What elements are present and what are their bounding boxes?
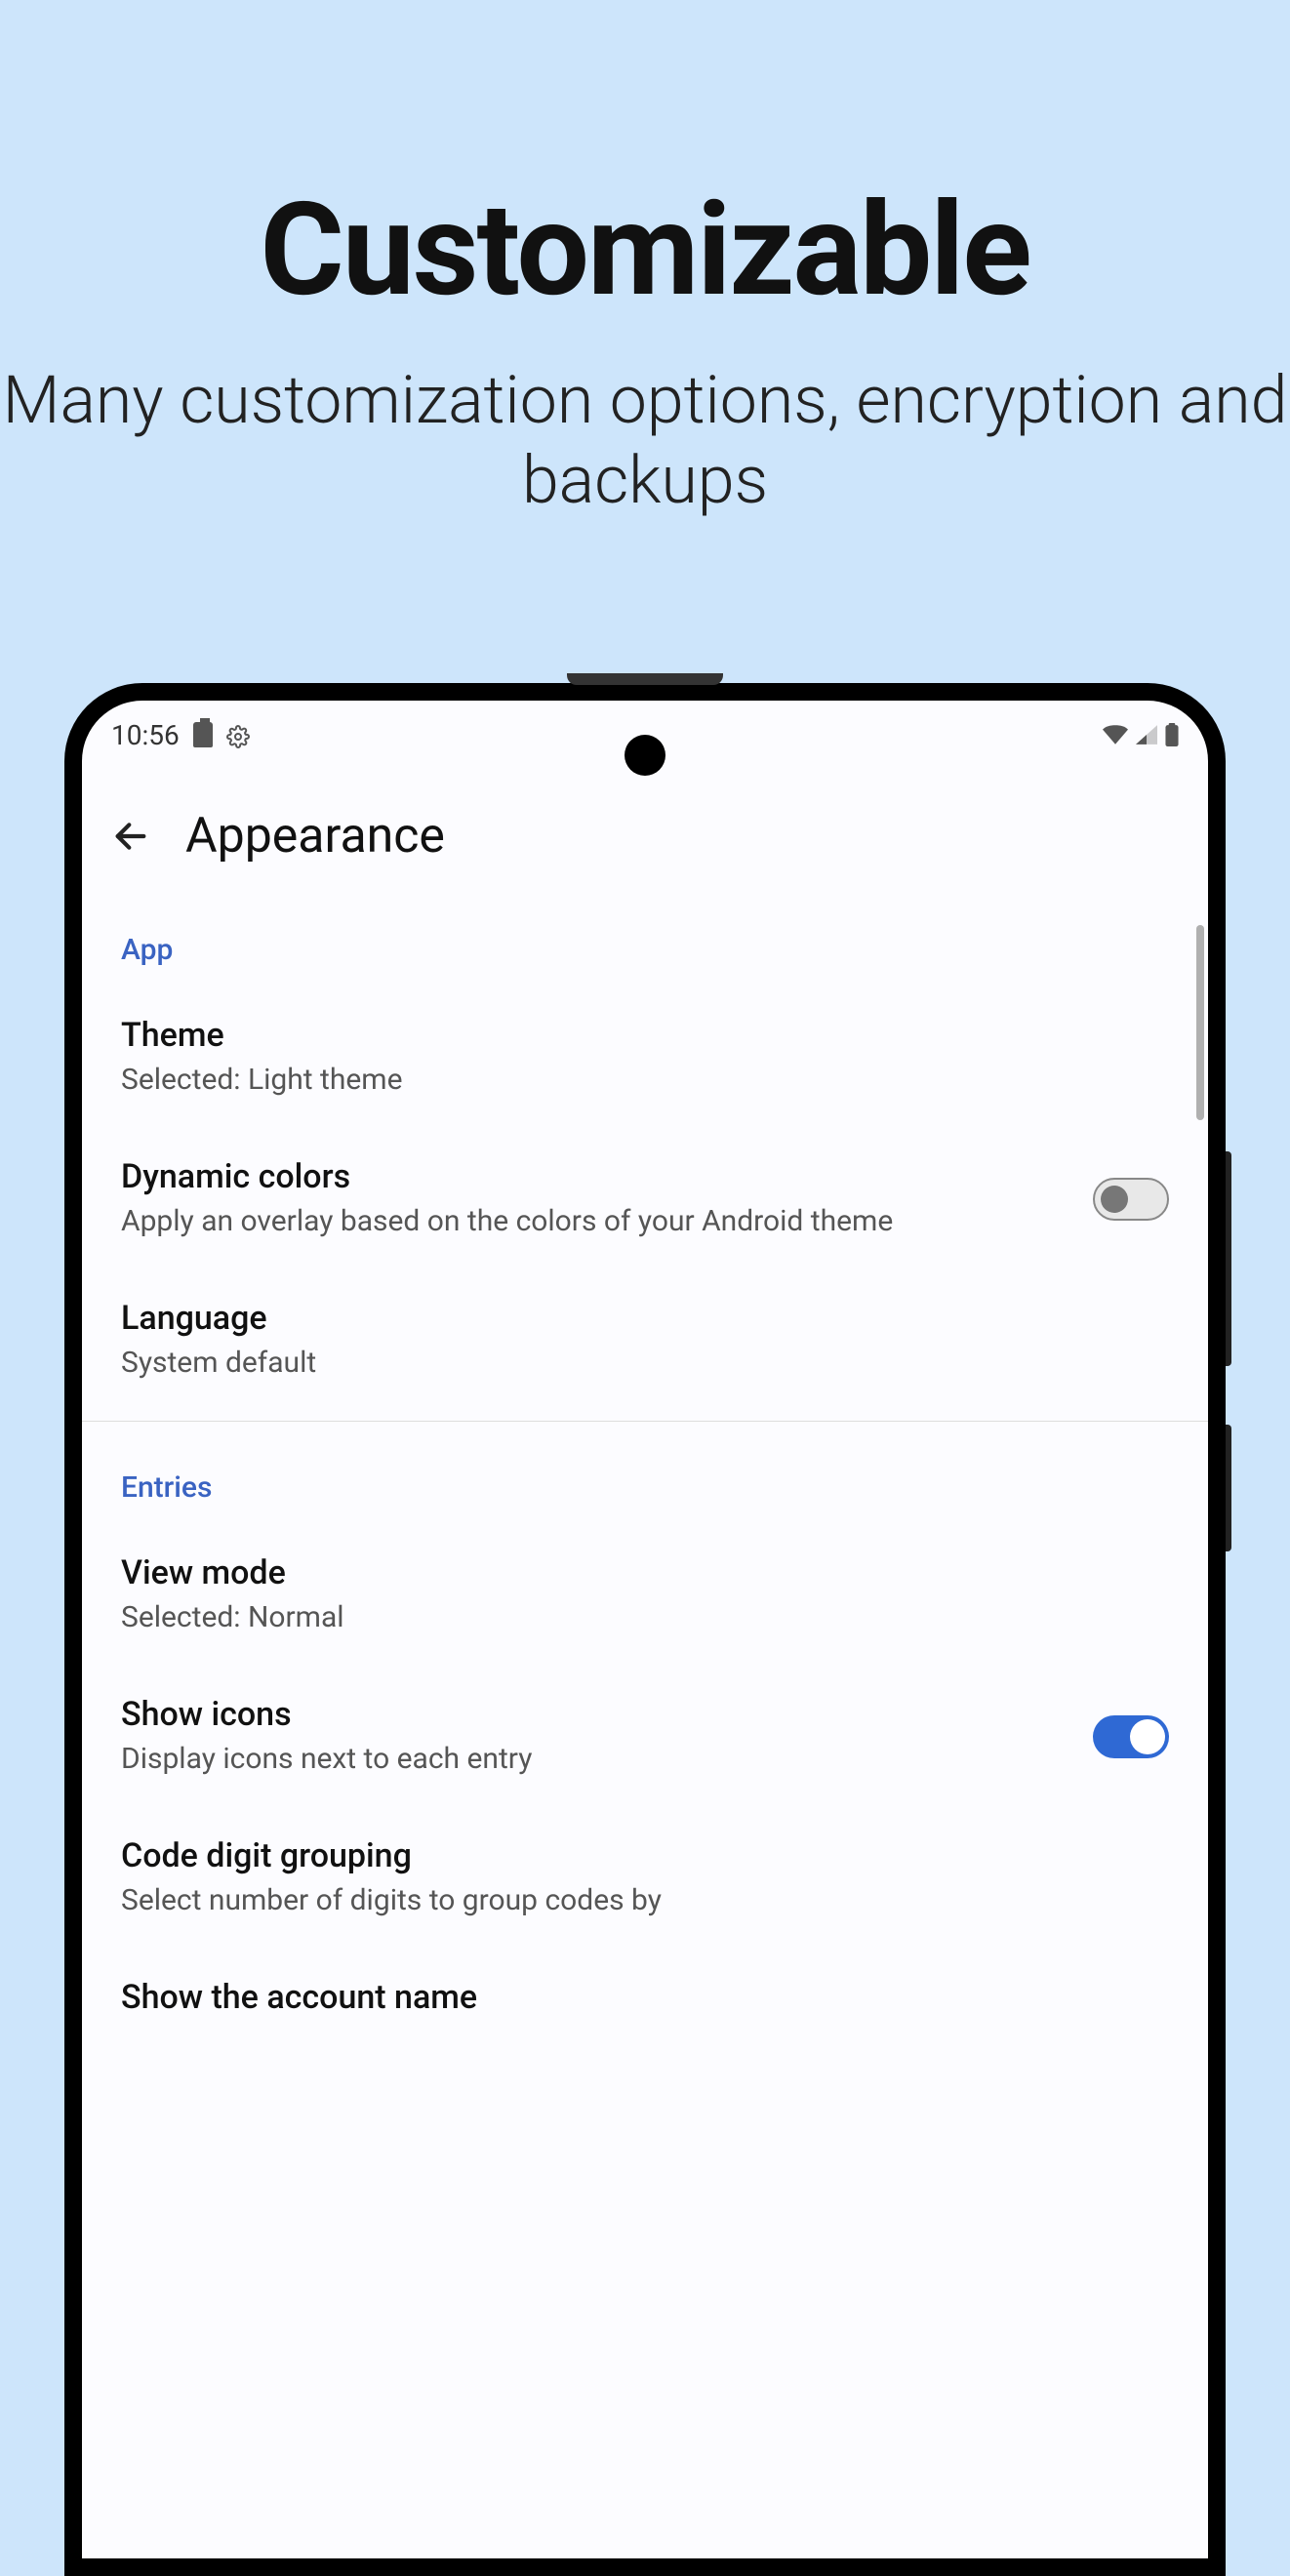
setting-show-icons-sub: Display icons next to each entry	[121, 1740, 1073, 1778]
setting-view-mode[interactable]: View mode Selected: Normal	[82, 1524, 1208, 1666]
back-arrow-icon[interactable]	[111, 817, 150, 856]
camera-cutout	[625, 735, 665, 776]
setting-code-grouping-title: Code digit grouping	[121, 1836, 1169, 1875]
setting-theme[interactable]: Theme Selected: Light theme	[82, 986, 1208, 1128]
setting-language-sub: System default	[121, 1344, 1169, 1382]
settings-content: App Theme Selected: Light theme Dynamic …	[82, 894, 1208, 2052]
setting-dynamic-colors-sub: Apply an overlay based on the colors of …	[121, 1202, 1073, 1240]
setting-account-name[interactable]: Show the account name	[82, 1949, 1208, 2052]
setting-theme-sub: Selected: Light theme	[121, 1061, 1169, 1099]
promo-title: Customizable	[0, 176, 1290, 326]
promo-subtitle: Many customization options, encryption a…	[0, 361, 1290, 520]
toggle-show-icons[interactable]	[1093, 1715, 1169, 1758]
toggle-dynamic-colors[interactable]	[1093, 1178, 1169, 1221]
setting-show-icons-title: Show icons	[121, 1695, 1073, 1734]
divider	[82, 1421, 1208, 1422]
section-header-entries: Entries	[82, 1431, 1208, 1524]
status-time: 10:56	[111, 719, 180, 751]
setting-view-mode-title: View mode	[121, 1553, 1169, 1592]
section-header-app: App	[82, 894, 1208, 986]
page-title: Appearance	[185, 808, 445, 865]
wifi-icon	[1103, 725, 1128, 745]
setting-code-grouping-sub: Select number of digits to group codes b…	[121, 1881, 1169, 1919]
volume-button	[1226, 1151, 1231, 1366]
sd-card-icon	[193, 722, 213, 747]
phone-frame: 10:56 Appearan	[64, 683, 1226, 2576]
setting-dynamic-colors[interactable]: Dynamic colors Apply an overlay based on…	[82, 1128, 1208, 1269]
setting-view-mode-sub: Selected: Normal	[121, 1598, 1169, 1636]
setting-show-icons[interactable]: Show icons Display icons next to each en…	[82, 1666, 1208, 1807]
setting-code-grouping[interactable]: Code digit grouping Select number of dig…	[82, 1807, 1208, 1949]
gear-icon	[226, 723, 250, 746]
app-bar: Appearance	[82, 759, 1208, 894]
setting-account-name-title: Show the account name	[121, 1978, 1169, 2017]
scrollbar[interactable]	[1196, 925, 1204, 1120]
battery-icon	[1165, 723, 1179, 746]
setting-theme-title: Theme	[121, 1016, 1169, 1055]
power-button	[1226, 1425, 1231, 1551]
signal-icon	[1136, 725, 1157, 745]
setting-dynamic-colors-title: Dynamic colors	[121, 1157, 1073, 1196]
setting-language[interactable]: Language System default	[82, 1269, 1208, 1411]
setting-language-title: Language	[121, 1299, 1169, 1338]
speaker-notch	[567, 673, 723, 685]
phone-screen: 10:56 Appearan	[82, 701, 1208, 2558]
